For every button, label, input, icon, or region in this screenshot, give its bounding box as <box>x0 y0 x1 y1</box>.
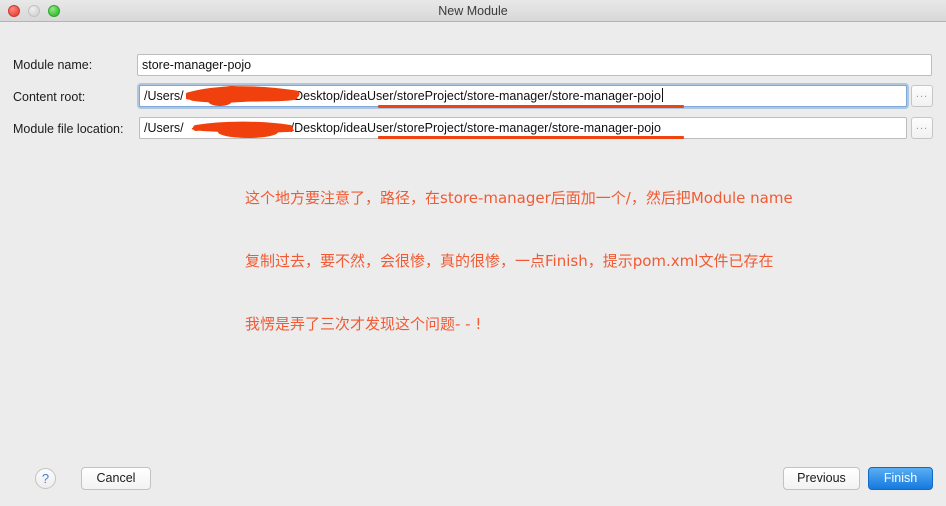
annotation-note: 这个地方要注意了，路径，在store-manager后面加一个/，然后把Modu… <box>245 146 905 377</box>
annotation-line-1: 这个地方要注意了，路径，在store-manager后面加一个/，然后把Modu… <box>245 189 793 207</box>
content-root-input[interactable]: /Users/ /Desktop/ideaUser/storeProject/st… <box>139 85 907 107</box>
title-bar: New Module <box>0 0 946 22</box>
module-name-label: Module name: <box>13 58 93 72</box>
text-cursor <box>661 88 663 102</box>
module-file-location-label: Module file location: <box>13 122 124 136</box>
previous-button[interactable]: Previous <box>783 467 860 490</box>
zoom-button[interactable] <box>48 5 60 17</box>
cancel-button[interactable]: Cancel <box>81 467 151 490</box>
content-root-value-suffix: /Desktop/ideaUser/storeProject/store-man… <box>290 89 661 103</box>
content-root-label: Content root: <box>13 90 86 104</box>
annotation-line-3: 我愣是弄了三次才发现这个问题- - ! <box>245 315 482 333</box>
module-file-location-value-suffix: /Desktop/ideaUser/storeProject/store-man… <box>290 121 661 135</box>
content-root-value-prefix: /Users/ <box>144 89 184 103</box>
minimize-button[interactable] <box>28 5 40 17</box>
dialog-body: Module name: store-manager-pojo Content … <box>0 22 946 506</box>
content-root-browse-button[interactable]: ... <box>911 85 933 107</box>
finish-button[interactable]: Finish <box>868 467 933 490</box>
window-title: New Module <box>438 4 508 18</box>
module-name-input[interactable]: store-manager-pojo <box>137 54 932 76</box>
annotation-underline-module-file-location <box>378 136 684 139</box>
annotation-line-2: 复制过去，要不然，会很惨，真的很惨，一点Finish，提示pom.xml文件已存… <box>245 252 774 270</box>
module-name-value: store-manager-pojo <box>142 58 252 72</box>
module-file-location-value-prefix: /Users/ <box>144 121 184 135</box>
module-file-location-browse-button[interactable]: ... <box>911 117 933 139</box>
help-button[interactable]: ? <box>35 468 56 489</box>
new-module-dialog: New Module Module name: store-manager-po… <box>0 0 946 506</box>
close-button[interactable] <box>8 5 20 17</box>
window-controls <box>8 5 60 17</box>
annotation-underline-content-root <box>378 105 684 108</box>
